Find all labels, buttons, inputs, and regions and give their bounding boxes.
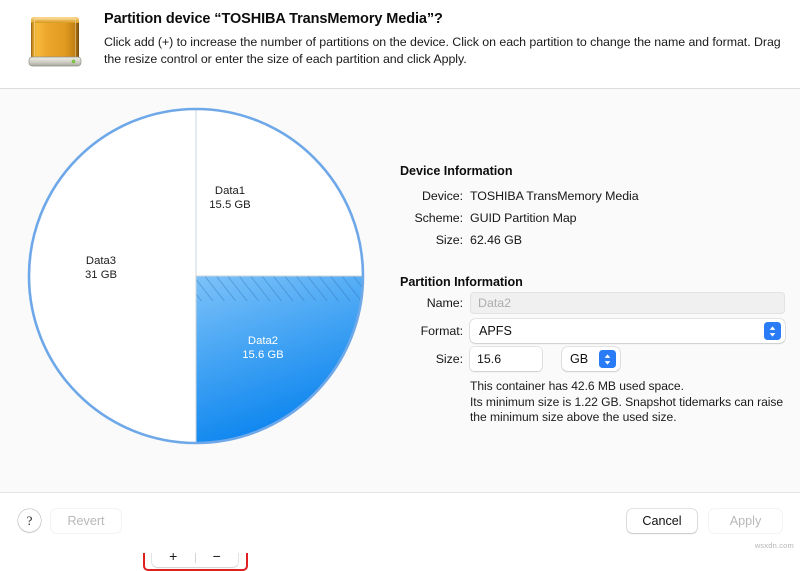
- hint-line-2: Its minimum size is 1.22 GB. Snapshot ti…: [470, 394, 784, 409]
- pie-slice-data1[interactable]: [196, 109, 363, 276]
- device-size-value: 62.46 GB: [470, 233, 522, 247]
- external-hard-drive-icon: [28, 17, 82, 67]
- revert-button[interactable]: Revert: [51, 509, 121, 533]
- scheme-label: Scheme:: [414, 211, 463, 225]
- dialog-body: Data1 15.5 GB Data3 31 GB Data2 15.6 GB …: [0, 89, 800, 571]
- partition-size-hint: This container has 42.6 MB used space. I…: [470, 379, 790, 426]
- device-information-title: Device Information: [400, 164, 513, 178]
- partition-format-row: Format: APFS: [400, 319, 790, 343]
- cancel-button[interactable]: Cancel: [627, 509, 697, 533]
- header-text-block: Partition device “TOSHIBA TransMemory Me…: [104, 10, 784, 68]
- device-size-row: Size: 62.46 GB: [400, 230, 790, 250]
- partition-format-value: APFS: [479, 324, 512, 338]
- pie-slice-data3[interactable]: [29, 109, 196, 443]
- apply-button[interactable]: Apply: [709, 509, 782, 533]
- partition-device-dialog: Partition device “TOSHIBA TransMemory Me…: [0, 0, 800, 571]
- dialog-message: Click add (+) to increase the number of …: [104, 35, 781, 66]
- partition-pie-chart[interactable]: Data1 15.5 GB Data3 31 GB Data2 15.6 GB: [25, 105, 370, 450]
- pie-resize-handle-data2[interactable]: [196, 276, 363, 301]
- partition-format-select[interactable]: APFS: [470, 319, 785, 343]
- partition-size-input[interactable]: [470, 347, 542, 371]
- partition-information-title: Partition Information: [400, 275, 523, 289]
- scheme-value: GUID Partition Map: [470, 211, 577, 225]
- partition-size-row: Size: GB: [400, 347, 790, 371]
- partition-name-input[interactable]: [470, 292, 785, 314]
- chevron-up-down-icon[interactable]: [764, 322, 781, 340]
- dialog-title: Partition device “TOSHIBA TransMemory Me…: [104, 11, 443, 27]
- partition-size-unit-value: GB: [570, 352, 589, 366]
- device-row: Device: TOSHIBA TransMemory Media: [400, 186, 790, 206]
- dialog-header: Partition device “TOSHIBA TransMemory Me…: [0, 0, 800, 88]
- partition-format-label: Format:: [420, 324, 463, 338]
- help-button[interactable]: ?: [18, 509, 41, 532]
- hint-line-3: the minimum size above the used size.: [470, 410, 677, 424]
- partition-size-label: Size:: [435, 352, 463, 366]
- partition-name-label: Name:: [426, 296, 463, 310]
- partition-name-row: Name:: [400, 292, 790, 314]
- chevron-up-down-icon[interactable]: [599, 350, 616, 368]
- pie-slice-data2[interactable]: [196, 276, 363, 443]
- device-size-label: Size:: [435, 233, 463, 247]
- partition-size-unit-select[interactable]: GB: [562, 347, 620, 371]
- scheme-row: Scheme: GUID Partition Map: [400, 208, 790, 228]
- watermark: wsxdn.com: [754, 541, 794, 550]
- device-value: TOSHIBA TransMemory Media: [470, 189, 639, 203]
- hint-line-1: This container has 42.6 MB used space.: [470, 379, 684, 393]
- information-column: Device Information Device: TOSHIBA Trans…: [400, 89, 790, 492]
- device-label: Device:: [422, 189, 463, 203]
